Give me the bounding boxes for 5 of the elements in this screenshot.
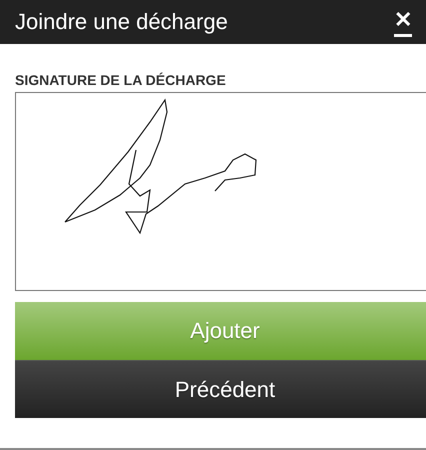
signature-pad[interactable] — [15, 92, 426, 291]
action-button[interactable]: Précédent — [15, 360, 426, 418]
signature-label: SIGNATURE DE LA DÉCHARGE — [15, 72, 227, 88]
close-button[interactable]: ✕ — [394, 8, 412, 36]
dialog-title: Joindre une décharge — [15, 9, 228, 35]
